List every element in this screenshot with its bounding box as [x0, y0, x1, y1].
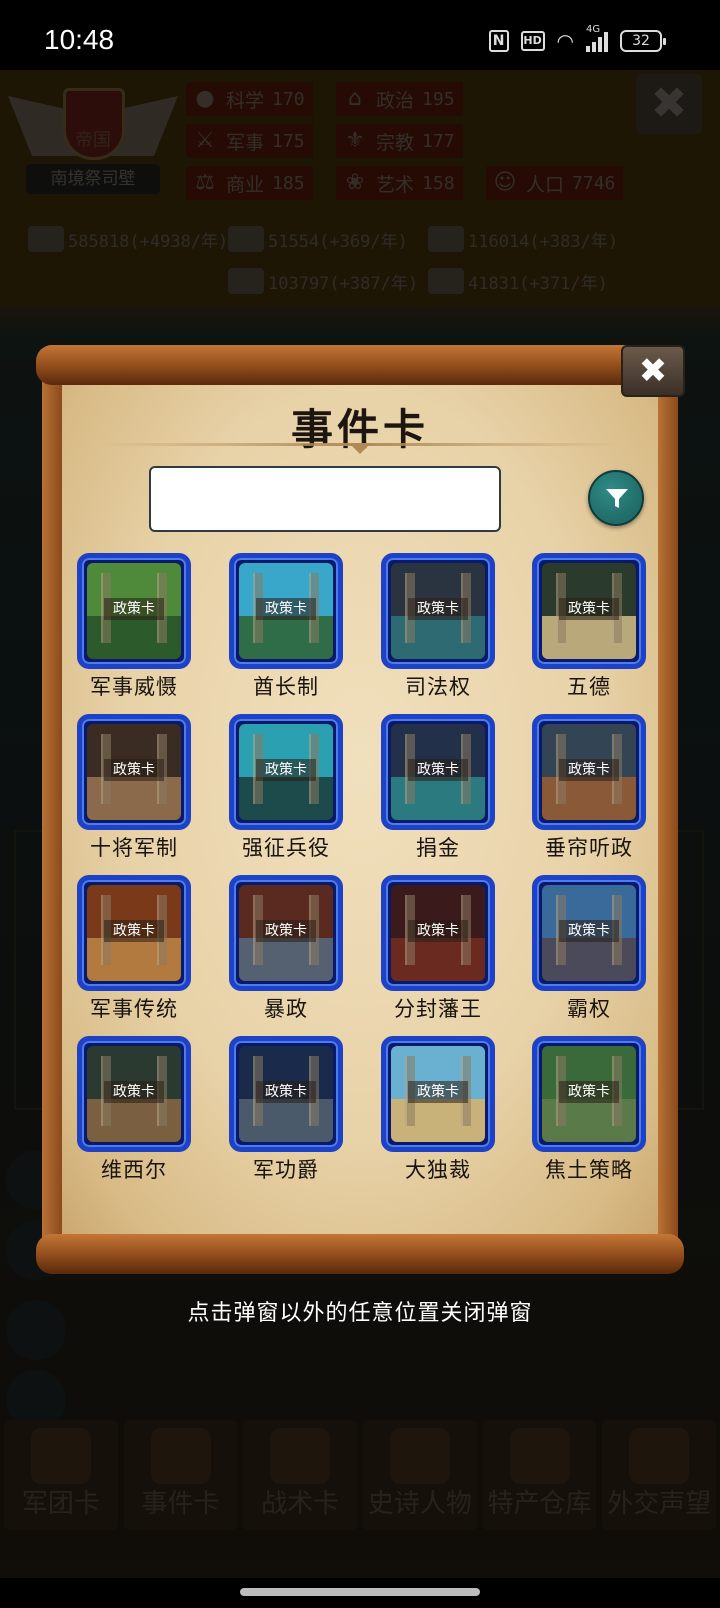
card-name: 维西尔 [101, 1158, 167, 1182]
card-frame: 政策卡 [532, 714, 646, 830]
card-frame: 政策卡 [229, 553, 343, 669]
card-type-tag: 政策卡 [408, 598, 468, 620]
card-frame: 政策卡 [229, 1036, 343, 1152]
card-name: 军事传统 [90, 997, 178, 1021]
card-type-tag: 政策卡 [256, 1081, 316, 1103]
card-type-tag: 政策卡 [559, 920, 619, 942]
battery-icon: 32 [620, 30, 666, 52]
card-name: 暴政 [264, 997, 308, 1021]
event-card[interactable]: 政策卡 [381, 553, 495, 669]
card-name: 十将军制 [90, 836, 178, 860]
card-type-tag: 政策卡 [559, 1081, 619, 1103]
card-name: 司法权 [405, 675, 471, 699]
card-name: 焦土策略 [545, 1158, 633, 1182]
card-name: 捐金 [416, 836, 460, 860]
card-frame: 政策卡 [229, 714, 343, 830]
clock: 10:48 [44, 24, 115, 55]
event-card[interactable]: 政策卡 [229, 1036, 343, 1152]
card-type-tag: 政策卡 [408, 920, 468, 942]
status-icons: N HD ◠ 4G 32 [488, 24, 666, 54]
card-type-tag: 政策卡 [559, 598, 619, 620]
filter-icon [606, 489, 628, 508]
card-name: 强征兵役 [242, 836, 330, 860]
card-name: 酋长制 [253, 675, 319, 699]
event-card[interactable]: 政策卡 [229, 553, 343, 669]
event-card[interactable]: 政策卡 [77, 1036, 191, 1152]
card-type-tag: 政策卡 [104, 759, 164, 781]
event-card[interactable]: 政策卡 [532, 1036, 646, 1152]
network-type: 4G [586, 24, 601, 35]
card-frame: 政策卡 [229, 875, 343, 991]
event-card[interactable]: 政策卡 [381, 1036, 495, 1152]
card-frame: 政策卡 [77, 714, 191, 830]
event-card[interactable]: 政策卡 [381, 875, 495, 991]
filter-button[interactable] [588, 470, 644, 526]
event-card[interactable]: 政策卡 [229, 714, 343, 830]
card-frame: 政策卡 [381, 553, 495, 669]
card-type-tag: 政策卡 [256, 598, 316, 620]
close-icon: ✖ [638, 351, 668, 391]
card-type-tag: 政策卡 [104, 1081, 164, 1103]
card-type-tag: 政策卡 [559, 759, 619, 781]
wifi-icon: ◠ [556, 29, 574, 53]
card-name: 五德 [567, 675, 611, 699]
card-name: 军事威慑 [90, 675, 178, 699]
card-frame: 政策卡 [381, 714, 495, 830]
event-card[interactable]: 政策卡 [229, 875, 343, 991]
card-frame: 政策卡 [532, 1036, 646, 1152]
card-frame: 政策卡 [77, 553, 191, 669]
event-card[interactable]: 政策卡 [77, 714, 191, 830]
card-frame: 政策卡 [77, 1036, 191, 1152]
card-type-tag: 政策卡 [256, 759, 316, 781]
scroll-rod-bottom [36, 1234, 684, 1274]
event-card[interactable]: 政策卡 [381, 714, 495, 830]
hd-icon: HD [520, 31, 545, 51]
card-name: 霸权 [567, 997, 611, 1021]
card-name: 分封藩王 [394, 997, 482, 1021]
card-frame: 政策卡 [77, 875, 191, 991]
scroll-rod-top [36, 345, 684, 385]
search-input[interactable] [149, 466, 501, 532]
card-type-tag: 政策卡 [408, 1081, 468, 1103]
close-button[interactable]: ✖ [621, 345, 685, 397]
event-card[interactable]: 政策卡 [532, 553, 646, 669]
card-type-tag: 政策卡 [256, 920, 316, 942]
card-frame: 政策卡 [381, 1036, 495, 1152]
card-frame: 政策卡 [532, 875, 646, 991]
status-bar: 10:48 N HD ◠ 4G 32 [0, 0, 720, 70]
event-card[interactable]: 政策卡 [77, 553, 191, 669]
card-type-tag: 政策卡 [104, 598, 164, 620]
card-type-tag: 政策卡 [408, 759, 468, 781]
card-name: 大独裁 [405, 1158, 471, 1182]
card-type-tag: 政策卡 [104, 920, 164, 942]
card-name: 垂帘听政 [545, 836, 633, 860]
card-frame: 政策卡 [381, 875, 495, 991]
event-card[interactable]: 政策卡 [532, 714, 646, 830]
card-frame: 政策卡 [532, 553, 646, 669]
close-hint: 点击弹窗以外的任意位置关闭弹窗 [187, 1301, 533, 1326]
event-card[interactable]: 政策卡 [77, 875, 191, 991]
cell-signal-icon: 4G [586, 24, 608, 52]
nfc-icon: N [488, 30, 509, 52]
home-indicator[interactable] [240, 1588, 480, 1596]
card-name: 军功爵 [253, 1158, 319, 1182]
event-card[interactable]: 政策卡 [532, 875, 646, 991]
